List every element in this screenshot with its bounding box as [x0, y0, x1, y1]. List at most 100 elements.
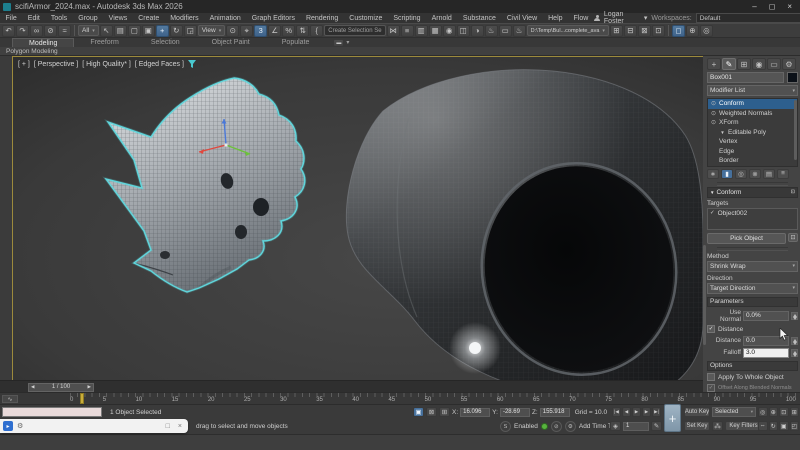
project-path-dropdown[interactable]: D:\Temp\Bul...complete_ava▾: [527, 25, 609, 36]
ribbon-tab[interactable]: Object Paint: [196, 38, 266, 47]
mini-curve-editor-button[interactable]: ∿: [2, 395, 18, 403]
menu-item[interactable]: File: [0, 15, 22, 22]
absolute-mode-icon[interactable]: ⊞: [439, 407, 450, 417]
menu-item[interactable]: Views: [103, 15, 133, 22]
ribbon-tab[interactable]: Selection: [135, 38, 196, 47]
use-normal-field[interactable]: 0.0%: [743, 311, 789, 321]
spinner-snap-icon[interactable]: ⇅: [296, 25, 309, 37]
maximize-button[interactable]: ◻: [769, 2, 776, 11]
menu-item[interactable]: Tools: [45, 15, 72, 22]
menu-item[interactable]: Rendering: [300, 15, 343, 22]
create-tab-icon[interactable]: +: [707, 58, 721, 70]
y-coordinate-field[interactable]: -28.69: [500, 408, 530, 417]
previous-frame-button[interactable]: ◀: [622, 407, 631, 417]
viewport-menu-plus[interactable]: [ + ]: [18, 61, 30, 68]
menu-item[interactable]: Edit: [22, 15, 45, 22]
method-dropdown[interactable]: Shrink Wrap▾: [707, 261, 798, 272]
default-tangents-icon[interactable]: ⁂: [712, 421, 723, 431]
polygon-modeling-panel-label[interactable]: Polygon Modeling: [6, 48, 58, 55]
select-and-rotate-icon[interactable]: ↻: [170, 25, 183, 37]
auto-key-button[interactable]: Auto Key: [684, 407, 710, 417]
go-to-start-button[interactable]: |◀: [612, 407, 621, 417]
adaptive-degradation-icon[interactable]: S: [500, 421, 511, 432]
viewport-menu-view[interactable]: [ Perspective ]: [34, 61, 78, 68]
menu-item[interactable]: Flow: [568, 15, 594, 22]
modifier-list-dropdown[interactable]: Modifier List ▾: [707, 85, 798, 96]
object-color-swatch[interactable]: [787, 72, 798, 83]
modify-tab-icon[interactable]: ✎: [722, 58, 736, 70]
overlay-settings-icon[interactable]: ⚙: [17, 422, 23, 430]
percent-snap-icon[interactable]: %: [282, 25, 295, 37]
time-slider-track[interactable]: ◀ 1 / 100 ▶: [0, 380, 703, 392]
info-center-icon[interactable]: ⊕: [686, 25, 699, 37]
menu-item[interactable]: Group: [73, 15, 103, 22]
viewport[interactable]: [12, 56, 704, 382]
workspace-dropdown[interactable]: Default ▾: [696, 13, 800, 23]
display-tab-icon[interactable]: ▭: [767, 58, 781, 70]
menu-item[interactable]: Animation: [204, 15, 246, 22]
menu-item[interactable]: Civil View: [501, 15, 542, 22]
use-normal-spinner[interactable]: [791, 312, 798, 320]
pin-stack-button[interactable]: ∗: [707, 169, 719, 179]
selection-region-icon[interactable]: ▢: [128, 25, 141, 37]
menu-item[interactable]: Create: [133, 15, 165, 22]
ribbon-tab[interactable]: Populate: [266, 38, 326, 47]
select-object-icon[interactable]: ↖: [100, 25, 113, 37]
go-to-end-button[interactable]: ▶|: [652, 407, 661, 417]
zoom-region-icon[interactable]: ⊞: [790, 407, 800, 417]
pan-icon[interactable]: ⇔: [758, 421, 768, 431]
rollout-help-icon[interactable]: ⊡: [791, 189, 795, 195]
overlay-mini-window[interactable]: ▸ ⚙ □ ×: [0, 419, 188, 433]
zoom-icon[interactable]: ◎: [758, 407, 768, 417]
align-icon[interactable]: ≡: [401, 25, 414, 37]
z-coordinate-field[interactable]: 155.918: [540, 408, 570, 417]
apply-whole-object-checkbox[interactable]: [707, 373, 715, 381]
select-and-move-icon[interactable]: +: [156, 25, 169, 37]
rendered-frame-window-icon[interactable]: ▭: [499, 25, 512, 37]
project-folder-icon-3[interactable]: ⊠: [638, 25, 651, 37]
utilities-tab-icon[interactable]: ⚙: [782, 58, 796, 70]
selection-lock-toggle[interactable]: ⊠: [426, 407, 437, 417]
minimize-button[interactable]: –: [752, 2, 756, 11]
target-check-icon[interactable]: ✓: [710, 210, 715, 216]
help-globe-icon[interactable]: ◎: [700, 25, 713, 37]
mute-icon[interactable]: ⊘: [551, 421, 562, 432]
undo-icon[interactable]: ↶: [2, 25, 15, 37]
named-selection-sets-field[interactable]: Create Selection Se: [324, 25, 385, 36]
overlay-maximize-icon[interactable]: □: [166, 423, 170, 430]
ribbon-minimize-icon[interactable]: ▬: [333, 39, 344, 47]
show-end-result-button[interactable]: ▮: [721, 169, 733, 179]
gizmo-center[interactable]: [225, 144, 228, 147]
configure-modifier-sets-button[interactable]: ≡: [777, 169, 789, 179]
material-editor-icon[interactable]: ◑: [471, 25, 484, 37]
play-button[interactable]: ▶: [632, 407, 641, 417]
menu-item[interactable]: Help: [543, 15, 568, 22]
curve-editor-icon[interactable]: ◉: [443, 25, 456, 37]
menu-item[interactable]: Graph Editors: [246, 15, 300, 22]
key-set-dropdown[interactable]: Selected▾: [712, 407, 756, 417]
ribbon-tab[interactable]: Modeling: [12, 38, 74, 47]
modifier-stack-row[interactable]: ⊙ ▼ XForm: [708, 118, 797, 128]
snaps-toggle-icon[interactable]: 3: [254, 25, 267, 37]
overlay-close-icon[interactable]: ×: [178, 423, 182, 430]
modifier-stack-row[interactable]: ⊙ ▼ Editable Poly: [708, 128, 797, 138]
pick-object-button[interactable]: Pick Object: [707, 233, 786, 244]
make-unique-button[interactable]: ◎: [735, 169, 747, 179]
schematic-view-icon[interactable]: ◫: [457, 25, 470, 37]
options-section-header[interactable]: Options: [707, 361, 798, 371]
menu-item[interactable]: Substance: [457, 15, 501, 22]
apply-whole-object-row[interactable]: Apply To Whole Object: [707, 373, 798, 381]
edit-named-selection-sets-icon[interactable]: {: [310, 25, 323, 37]
toggle-ribbon-icon[interactable]: ▦: [429, 25, 442, 37]
key-brush-icon[interactable]: ✎: [651, 421, 662, 431]
next-frame-button[interactable]: ▶: [642, 407, 651, 417]
current-frame-field[interactable]: 1: [623, 422, 649, 431]
use-pivot-center-icon[interactable]: ⊙: [226, 25, 239, 37]
panel-grip[interactable]: [717, 182, 788, 186]
direction-dropdown[interactable]: Target Direction▾: [707, 283, 798, 294]
viewport-filter-icon[interactable]: [188, 60, 196, 68]
ribbon-caret-icon[interactable]: ▾: [346, 39, 349, 46]
panel-grip[interactable]: [717, 247, 788, 251]
bind-to-space-warp-icon[interactable]: ≈: [58, 25, 71, 37]
visibility-eye-icon[interactable]: ⊙: [710, 100, 717, 107]
